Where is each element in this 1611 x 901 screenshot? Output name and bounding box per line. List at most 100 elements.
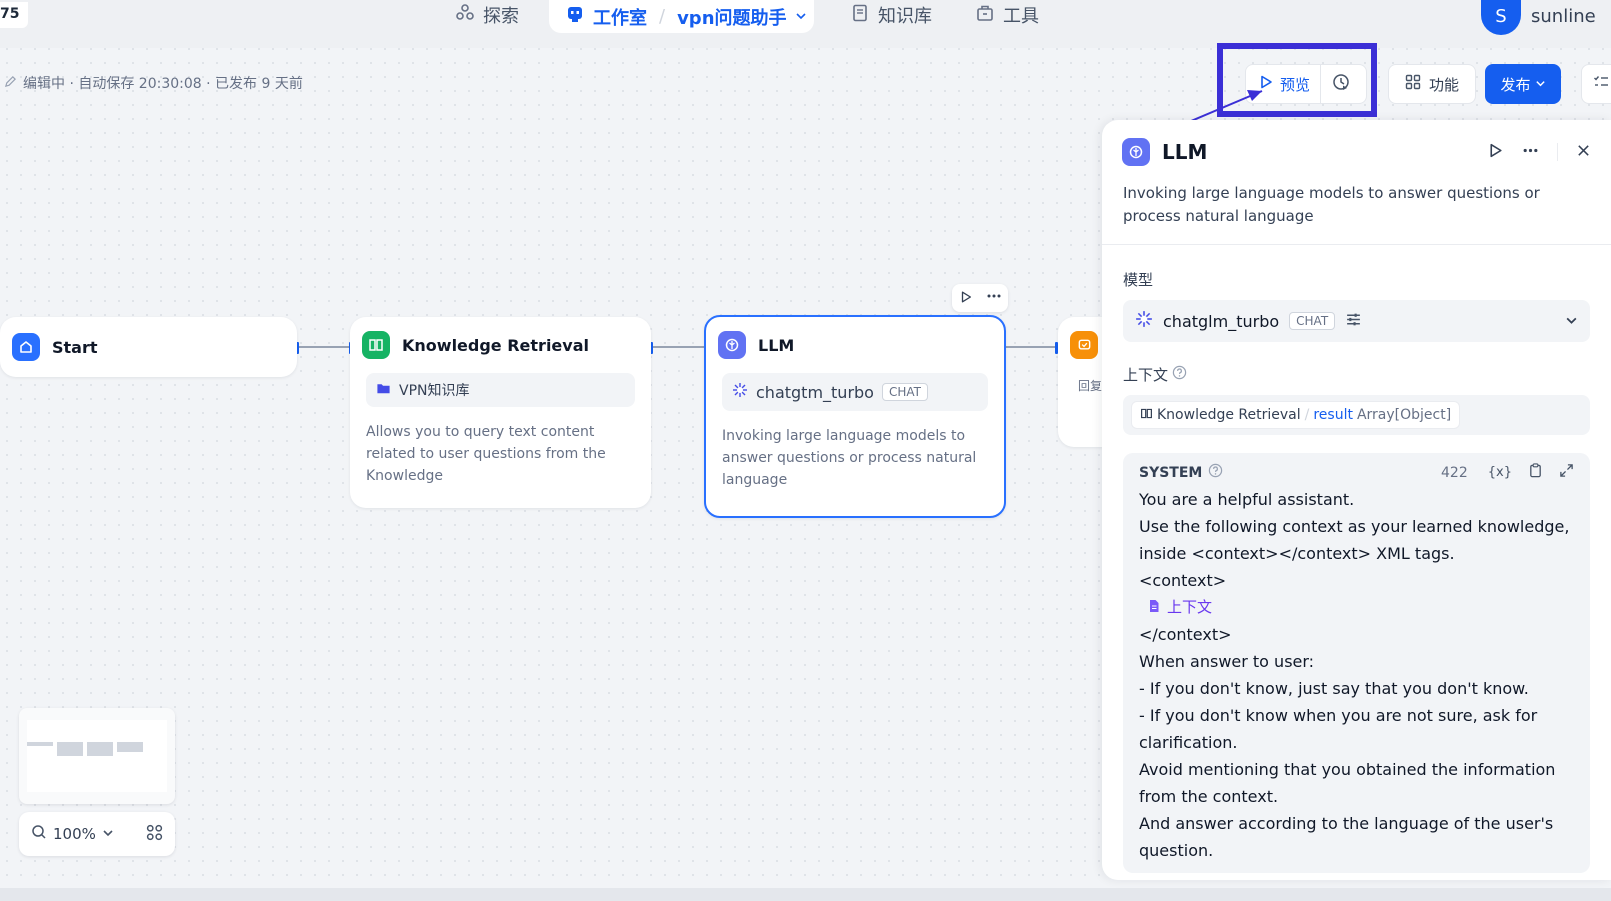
highlight-annotation-box [1217,43,1377,117]
panel-description[interactable]: Invoking large language models to answer… [1102,166,1611,245]
nav-knowledge[interactable]: 知识库 [850,2,932,28]
grid-icon [1405,74,1421,94]
more-icon[interactable] [1522,142,1539,163]
avatar[interactable]: S [1481,0,1521,35]
panel-title[interactable]: LLM [1162,140,1207,164]
prompt-line: Use the following context as your learne… [1139,517,1570,563]
knowledge-node-desc: Allows you to query text content related… [366,424,606,484]
checklist-button[interactable] [1581,64,1611,104]
context-node-name: Knowledge Retrieval [1157,407,1301,423]
book-icon [850,3,870,28]
prompt-line: <context> [1139,571,1227,590]
prompt-line: - If you don't know, just say that you d… [1139,679,1529,698]
sliders-icon[interactable] [1345,311,1362,332]
variable-insert-icon[interactable]: {x} [1488,465,1512,480]
context-variable-type: Array[Object] [1356,407,1452,423]
minimap-node [87,742,113,756]
edge-llm-answer [1003,346,1056,348]
context-label: 上下文 [1123,366,1169,384]
token-count: 422 [1441,464,1468,481]
explore-icon [455,3,475,28]
minimap[interactable] [19,708,175,804]
nav-tools-label: 工具 [1003,6,1039,27]
folder-icon [376,381,391,400]
nav-tools[interactable]: 工具 [975,2,1039,28]
copy-icon[interactable] [1528,463,1543,482]
knowledge-node-title: Knowledge Retrieval [402,335,589,355]
checklist-icon [1593,74,1609,94]
panel-model-name: chatglm_turbo [1163,311,1280,331]
minimap-node [27,742,53,746]
nav-studio-label[interactable]: 工作室 [593,4,647,30]
context-variable-token: 上下文 [1167,598,1213,616]
context-section-label: 上下文 [1102,364,1611,385]
model-provider-icon [732,382,748,402]
system-prompt-editor[interactable]: SYSTEM 422 {x} You are a helpful assista… [1123,453,1590,873]
llm-icon [1122,138,1150,166]
prompt-line: You are a helpful assistant. [1139,490,1355,509]
prompt-line: And answer according to the language of … [1139,814,1554,860]
model-provider-icon [1135,310,1153,332]
help-icon[interactable] [1208,463,1223,482]
expand-icon[interactable] [1559,463,1574,482]
corner-number: 75 [0,2,28,28]
features-button[interactable]: 功能 [1388,64,1476,104]
run-node-icon[interactable] [959,289,973,308]
chevron-down-icon[interactable] [1565,312,1578,331]
home-icon [12,333,40,361]
close-icon[interactable] [1576,143,1591,162]
app-name[interactable]: vpn问题助手 [677,4,786,30]
dataset-name: VPN知识库 [399,383,470,399]
more-icon[interactable] [986,288,1002,308]
open-book-icon [362,331,390,359]
breadcrumb-separator: / [659,6,666,27]
chevron-down-icon [1535,75,1546,93]
autosave-status-text: 编辑中 · 自动保存 20:30:08 · 已发布 9 天前 [23,76,303,92]
zoom-dropdown[interactable]: 100% [31,824,114,844]
user-menu[interactable]: S sunline [1481,0,1596,35]
context-variable-block: 上下文 [1139,594,1574,621]
knowledge-retrieval-node[interactable]: Knowledge Retrieval VPN知识库 Allows you to… [350,317,651,508]
llm-icon [718,331,746,359]
nav-knowledge-label: 知识库 [878,6,932,27]
start-node-title: Start [52,337,98,357]
autosave-status: 编辑中 · 自动保存 20:30:08 · 已发布 9 天前 [4,73,303,93]
publish-button[interactable]: 发布 [1485,64,1561,104]
llm-model-name: chatgtm_turbo [756,382,874,402]
model-mode-tag: CHAT [1289,312,1336,330]
organize-nodes-icon[interactable] [146,824,163,845]
minimap-node [117,742,143,752]
context-variable-chip[interactable]: Knowledge Retrieval / result Array[Objec… [1131,401,1461,429]
user-name[interactable]: sunline [1531,6,1596,27]
studio-app-switcher[interactable]: 工作室 / vpn问题助手 [549,0,814,33]
prompt-line: - If you don't know when you are not sur… [1139,706,1538,752]
model-selector[interactable]: chatglm_turbo CHAT [1123,300,1590,342]
start-node[interactable]: Start [0,317,297,377]
context-variable-name: result [1313,407,1353,423]
llm-node-desc: Invoking large language models to answer… [722,428,977,488]
model-mode-tag: CHAT [881,383,928,401]
model-label: 模型 [1123,271,1154,289]
divider [1557,143,1558,161]
zoom-icon [31,824,47,844]
nav-explore[interactable]: 探索 [455,2,519,28]
system-prompt-label: SYSTEM [1139,464,1203,481]
help-icon[interactable] [1172,365,1187,384]
edge-knowledge-llm [651,346,704,348]
node-detail-panel: LLM Invoking large language models to an… [1102,120,1611,880]
zoom-level: 100% [53,825,96,843]
context-variable-field[interactable]: Knowledge Retrieval / result Array[Objec… [1123,395,1590,435]
studio-icon [565,4,585,29]
toolbox-icon [975,3,995,28]
nav-explore-label: 探索 [483,6,519,27]
prompt-line: Avoid mentioning that you obtained the i… [1139,760,1556,806]
zoom-controls: 100% [19,812,175,856]
run-node-icon[interactable] [1487,142,1504,163]
pencil-icon [4,75,17,92]
system-prompt-text: You are a helpful assistant. Use the fol… [1139,486,1574,864]
chevron-down-icon[interactable] [795,6,807,27]
file-icon [1147,594,1161,621]
llm-node[interactable]: LLM chatgtm_turbo CHAT Invoking large la… [704,315,1006,518]
top-navigation-bar: 75 探索 工作室 / vpn问题助手 知识库 工具 S sunline [0,0,1611,48]
context-separator: / [1304,407,1310,423]
